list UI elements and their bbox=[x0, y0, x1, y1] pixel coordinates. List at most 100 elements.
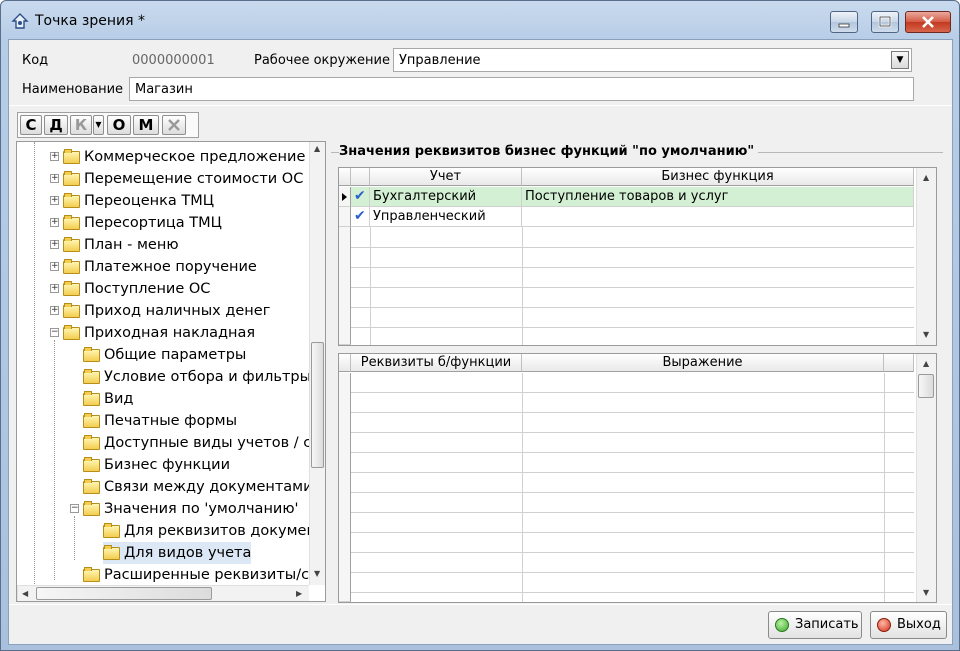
save-button[interactable]: Записать bbox=[768, 611, 862, 639]
scroll-thumb[interactable] bbox=[36, 587, 212, 600]
app-icon bbox=[11, 13, 29, 29]
row-divider bbox=[351, 512, 914, 513]
dropdown-button[interactable]: ▼ bbox=[891, 51, 909, 69]
expand-icon[interactable]: + bbox=[50, 284, 59, 293]
row-check[interactable]: ✔ bbox=[351, 207, 370, 227]
toolbar-button-k[interactable]: К bbox=[70, 115, 92, 135]
folder-icon bbox=[83, 369, 100, 384]
tree-item[interactable]: Доступные виды учетов / ста bbox=[83, 432, 325, 454]
tree-item[interactable]: Приход наличных денег bbox=[63, 300, 270, 322]
env-combo[interactable]: Управление ▼ bbox=[393, 48, 912, 72]
row-check[interactable]: ✔ bbox=[351, 187, 370, 207]
tree-item[interactable]: Вид bbox=[83, 388, 133, 410]
tree-item[interactable]: Расширенные реквизиты/сво bbox=[83, 564, 325, 586]
expand-icon[interactable]: + bbox=[50, 174, 59, 183]
toolbar-button-d[interactable]: Д bbox=[44, 115, 68, 135]
tree-item[interactable]: Переоценка ТМЦ bbox=[63, 190, 214, 212]
close-icon bbox=[922, 16, 934, 28]
chevron-down-icon: ▼ bbox=[896, 55, 904, 65]
defaults-grid[interactable]: Учет Бизнес функция ✔ Бухгалтерский Пост… bbox=[338, 167, 937, 346]
scroll-thumb[interactable] bbox=[918, 374, 934, 398]
scroll-thumb[interactable] bbox=[311, 342, 324, 468]
scroll-up-icon[interactable]: ▲ bbox=[923, 359, 929, 368]
toolbar-button-m[interactable]: М bbox=[133, 115, 159, 135]
name-label: Наименование bbox=[22, 82, 124, 97]
tree-item[interactable]: Связи между документами bbox=[83, 476, 313, 498]
tree-item[interactable]: Перемещение стоимости ОС bbox=[63, 168, 303, 190]
env-label: Рабочее окружение bbox=[254, 53, 390, 68]
exit-label: Выход bbox=[897, 617, 941, 632]
cell-function[interactable] bbox=[522, 207, 914, 227]
column-header-requisites[interactable]: Реквизиты б/функции bbox=[351, 354, 522, 372]
minimize-button[interactable] bbox=[830, 11, 858, 33]
row-divider bbox=[351, 267, 914, 268]
scroll-down-icon[interactable]: ▼ bbox=[923, 330, 929, 339]
tree-item[interactable]: Коммерческое предложение bbox=[63, 146, 305, 168]
tree-item[interactable]: Бизнес функции bbox=[83, 454, 230, 476]
title-bar[interactable]: Точка зрения * bbox=[1, 1, 959, 39]
tree-item[interactable]: Значения по 'умолчанию' bbox=[83, 498, 299, 520]
folder-icon bbox=[63, 259, 80, 274]
folder-icon bbox=[83, 347, 100, 362]
grid-vertical-scrollbar[interactable]: ▲ ▼ bbox=[916, 354, 936, 602]
scroll-left-icon[interactable]: ◀ bbox=[22, 589, 28, 598]
tree-item[interactable]: План - меню bbox=[63, 234, 179, 256]
tree-item[interactable]: Для реквизитов документ bbox=[103, 520, 324, 542]
exit-button[interactable]: Выход bbox=[870, 611, 947, 639]
check-icon: ✔ bbox=[354, 188, 366, 204]
cell-account[interactable]: Бухгалтерский bbox=[370, 187, 522, 207]
folder-icon bbox=[103, 545, 120, 560]
toolbar-button-o[interactable]: О bbox=[107, 115, 131, 135]
tree-item[interactable]: Общие параметры bbox=[83, 344, 246, 366]
column-header-account[interactable]: Учет bbox=[370, 168, 522, 186]
tree-item[interactable]: Печатные формы bbox=[83, 410, 237, 432]
folder-icon bbox=[83, 391, 100, 406]
tree-item[interactable]: Условие отбора и фильтры bbox=[83, 366, 311, 388]
row-indicator bbox=[339, 373, 351, 602]
column-header-expression[interactable]: Выражение bbox=[522, 354, 884, 372]
scroll-up-icon[interactable]: ▲ bbox=[314, 144, 320, 153]
expand-icon[interactable]: + bbox=[50, 196, 59, 205]
tree-item[interactable]: Поступление ОС bbox=[63, 278, 210, 300]
cross-icon bbox=[168, 119, 180, 131]
requisites-grid[interactable]: Реквизиты б/функции Выражение ▲ ▼ bbox=[338, 353, 937, 603]
scroll-right-icon[interactable]: ▶ bbox=[296, 589, 302, 598]
folder-icon bbox=[83, 457, 100, 472]
row-divider bbox=[351, 412, 914, 413]
tree-item-selected[interactable]: Для видов учета bbox=[103, 542, 252, 564]
column-divider bbox=[522, 373, 523, 602]
collapse-icon[interactable]: − bbox=[50, 328, 59, 337]
check-header bbox=[351, 168, 370, 186]
row-divider bbox=[351, 432, 914, 433]
name-input[interactable]: Магазин bbox=[129, 77, 914, 101]
cell-account[interactable]: Управленческий bbox=[370, 207, 522, 227]
toolbar-delete-button[interactable] bbox=[162, 115, 186, 135]
grid-vertical-scrollbar[interactable]: ▲ ▼ bbox=[916, 168, 936, 345]
row-divider bbox=[351, 592, 914, 593]
folder-icon bbox=[83, 479, 100, 494]
row-divider bbox=[351, 492, 914, 493]
tree-view[interactable]: + Коммерческое предложение + Перемещение… bbox=[16, 141, 326, 602]
folder-icon bbox=[63, 193, 80, 208]
tree-horizontal-scrollbar[interactable]: ◀ ▶ bbox=[17, 585, 309, 601]
cell-function[interactable]: Поступление товаров и услуг bbox=[522, 187, 914, 207]
expand-icon[interactable]: + bbox=[50, 240, 59, 249]
close-button[interactable] bbox=[905, 11, 951, 33]
expand-icon[interactable]: + bbox=[50, 262, 59, 271]
expand-icon[interactable]: + bbox=[50, 218, 59, 227]
tree-item[interactable]: Платежное поручение bbox=[63, 256, 257, 278]
scroll-down-icon[interactable]: ▼ bbox=[314, 569, 320, 578]
expand-icon[interactable]: + bbox=[50, 152, 59, 161]
scroll-up-icon[interactable]: ▲ bbox=[923, 173, 929, 182]
tree-vertical-scrollbar[interactable]: ▲ ▼ bbox=[309, 142, 325, 585]
scroll-down-icon[interactable]: ▼ bbox=[923, 588, 929, 597]
toolbar-button-s[interactable]: С bbox=[20, 115, 42, 135]
folder-icon bbox=[83, 501, 100, 516]
tree-item[interactable]: Пересортица ТМЦ bbox=[63, 212, 222, 234]
column-header-function[interactable]: Бизнес функция bbox=[522, 168, 914, 186]
tree-item[interactable]: Приходная накладная bbox=[63, 322, 255, 344]
expand-icon[interactable]: + bbox=[50, 306, 59, 315]
collapse-icon[interactable]: − bbox=[70, 504, 79, 513]
toolbar-dropdown-k[interactable]: ▼ bbox=[93, 115, 104, 135]
maximize-button[interactable] bbox=[871, 11, 899, 33]
